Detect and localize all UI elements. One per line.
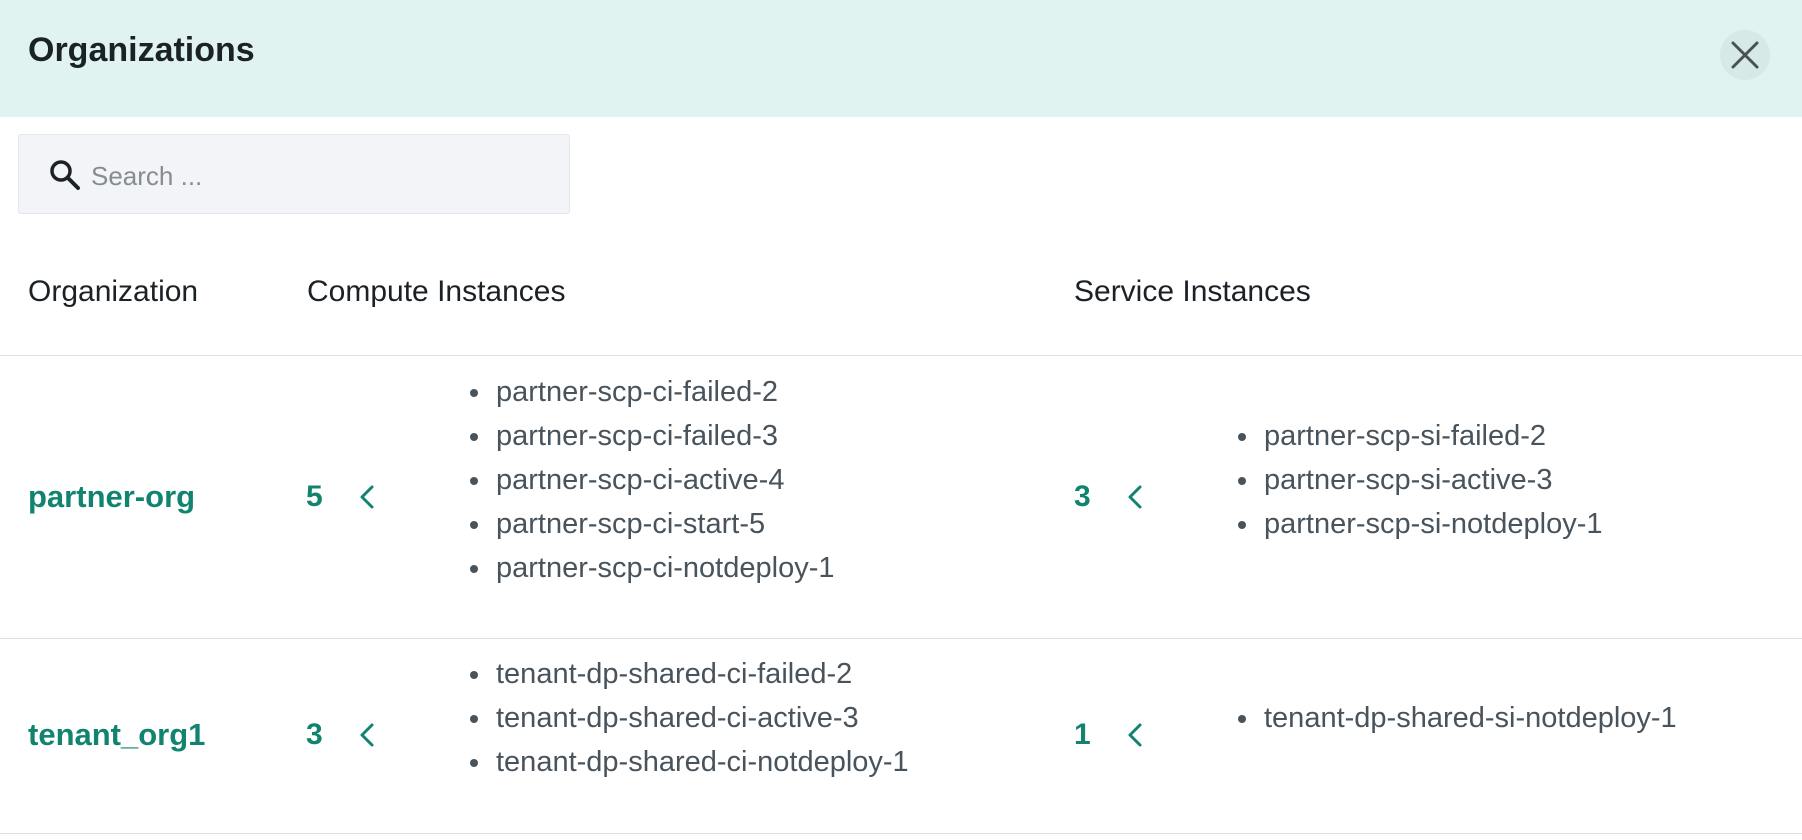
list-item: partner-scp-si-notdeploy-1 xyxy=(1238,502,1602,546)
list-item: partner-scp-ci-start-5 xyxy=(470,502,834,546)
search-icon xyxy=(50,160,80,190)
list-item: partner-scp-ci-active-4 xyxy=(470,458,834,502)
organizations-modal: Organizations Organization Compute Insta… xyxy=(0,0,1802,840)
close-button[interactable] xyxy=(1720,30,1770,80)
row-divider xyxy=(0,638,1802,639)
list-item: partner-scp-ci-failed-3 xyxy=(470,414,834,458)
column-header-compute-instances: Compute Instances xyxy=(307,275,566,308)
compute-instance-list: tenant-dp-shared-ci-failed-2 tenant-dp-s… xyxy=(470,652,909,784)
row-divider xyxy=(0,833,1802,834)
column-header-service-instances: Service Instances xyxy=(1074,275,1311,308)
chevron-left-icon[interactable] xyxy=(353,720,383,750)
search-input[interactable] xyxy=(89,153,553,199)
list-item: tenant-dp-shared-ci-notdeploy-1 xyxy=(470,740,909,784)
chevron-left-icon[interactable] xyxy=(1121,720,1151,750)
org-link[interactable]: tenant_org1 xyxy=(28,717,205,753)
service-instance-count: 3 xyxy=(1074,480,1091,513)
list-item: partner-scp-si-active-3 xyxy=(1238,458,1602,502)
modal-title: Organizations xyxy=(28,31,255,69)
service-instance-list: partner-scp-si-failed-2 partner-scp-si-a… xyxy=(1238,414,1602,546)
list-item: partner-scp-ci-failed-2 xyxy=(470,370,834,414)
list-item: partner-scp-ci-notdeploy-1 xyxy=(470,546,834,590)
list-item: tenant-dp-shared-ci-active-3 xyxy=(470,696,909,740)
column-header-organization: Organization xyxy=(28,275,199,308)
org-link[interactable]: partner-org xyxy=(28,479,195,515)
service-instance-count: 1 xyxy=(1074,718,1091,751)
modal-header: Organizations xyxy=(0,0,1802,117)
compute-instance-list: partner-scp-ci-failed-2 partner-scp-ci-f… xyxy=(470,370,834,590)
chevron-left-icon[interactable] xyxy=(353,482,383,512)
close-icon xyxy=(1731,41,1759,69)
search-box xyxy=(18,134,570,214)
list-item: tenant-dp-shared-ci-failed-2 xyxy=(470,652,909,696)
header-divider xyxy=(0,355,1802,356)
list-item: tenant-dp-shared-si-notdeploy-1 xyxy=(1238,696,1677,740)
list-item: partner-scp-si-failed-2 xyxy=(1238,414,1602,458)
service-instance-list: tenant-dp-shared-si-notdeploy-1 xyxy=(1238,696,1677,740)
compute-instance-count: 3 xyxy=(306,718,323,751)
compute-instance-count: 5 xyxy=(306,480,323,513)
chevron-left-icon[interactable] xyxy=(1121,482,1151,512)
